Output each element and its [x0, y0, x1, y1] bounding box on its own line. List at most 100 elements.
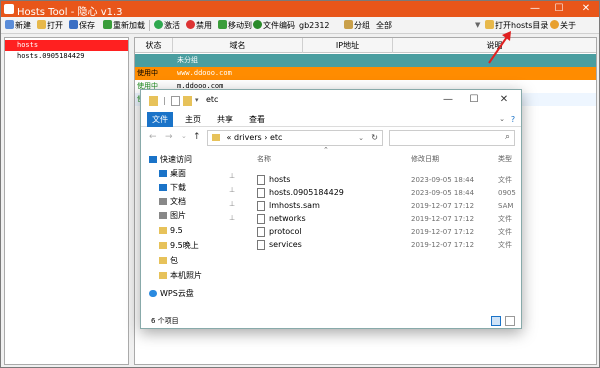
annotation-arrow-icon	[488, 31, 511, 64]
nav-folder-local-photos[interactable]: 本机照片	[159, 270, 202, 282]
breadcrumb-drivers[interactable]: drivers	[234, 133, 262, 142]
nav-downloads[interactable]: 下载	[159, 182, 186, 194]
address-row: ← → ⌄ ↑ « drivers › etc ⌄ ↻ ⌕	[141, 127, 521, 149]
file-row[interactable]: lmhosts.sam 2019-12-07 17:12 SAM	[253, 200, 521, 212]
reload-button[interactable]: 重新加载	[103, 19, 145, 32]
explorer-close-button[interactable]: ✕	[493, 92, 515, 108]
column-header-status[interactable]: 状态	[135, 38, 173, 53]
details-view-icon[interactable]	[491, 316, 501, 326]
column-header-ip[interactable]: IP地址	[303, 38, 393, 53]
about-button[interactable]: 关于	[550, 19, 576, 32]
folder-icon	[212, 134, 220, 141]
file-row[interactable]: services 2019-12-07 17:12 文件	[253, 239, 521, 251]
folder-icon	[159, 272, 167, 279]
encoding-select[interactable]: gb2312	[299, 19, 330, 32]
address-dropdown-icon[interactable]: ⌄	[358, 131, 364, 145]
file-encoding-button[interactable]: 文件编码	[253, 19, 295, 32]
table-row-group[interactable]: 未分组	[135, 54, 596, 67]
folder-icon	[149, 96, 158, 106]
column-header-type[interactable]: 类型	[498, 154, 512, 164]
help-icon[interactable]: ?	[508, 112, 518, 127]
status-cell: 使用中	[137, 69, 158, 77]
move-to-button[interactable]: 移动到	[218, 19, 252, 32]
breadcrumb-separator: ›	[264, 133, 268, 142]
save-icon	[69, 20, 78, 29]
folder-icon	[485, 20, 494, 29]
navigation-pane: 快速访问 桌面 下载 文档 图片 9.5 9.5晚上 包 本机照片 WPS云盘 …	[141, 150, 237, 314]
large-icons-view-icon[interactable]	[505, 316, 515, 326]
search-icon: ⌕	[504, 132, 510, 142]
app-icon	[4, 4, 14, 14]
file-row[interactable]: protocol 2019-12-07 17:12 文件	[253, 226, 521, 238]
file-icon	[257, 175, 265, 185]
nav-folder-9-5[interactable]: 9.5	[159, 225, 183, 237]
save-button[interactable]: 保存	[69, 19, 95, 32]
tab-view[interactable]: 查看	[245, 112, 269, 127]
cloud-icon	[149, 290, 157, 297]
tab-home[interactable]: 主页	[181, 112, 205, 127]
properties-icon[interactable]	[171, 96, 180, 106]
ip-cell	[295, 67, 385, 80]
tab-share[interactable]: 共享	[213, 112, 237, 127]
refresh-icon[interactable]: ↻	[371, 131, 378, 145]
recent-dropdown-icon[interactable]: ⌄	[181, 132, 187, 140]
tab-file[interactable]: 文件	[147, 112, 173, 127]
ribbon-expand-icon[interactable]: ⌄	[497, 112, 507, 127]
minimize-button[interactable]: —	[523, 1, 547, 17]
nav-folder-9-5-evening[interactable]: 9.5晚上	[159, 240, 199, 252]
forward-icon[interactable]: →	[165, 132, 173, 142]
file-list: 名称 ⌃ 修改日期 类型 hosts 2023-09-05 18:44 文件 hos…	[253, 146, 521, 314]
new-folder-icon[interactable]	[183, 96, 192, 106]
nav-folder-bao[interactable]: 包	[159, 255, 178, 267]
nav-quick-access[interactable]: 快速访问	[149, 154, 192, 166]
folder-icon	[159, 257, 167, 264]
item-count: 6 个项目	[151, 317, 179, 325]
dropdown-chevron-icon[interactable]: ▼	[475, 19, 480, 32]
table-row[interactable]: 使用中 www.ddooo.com	[135, 67, 596, 80]
move-icon	[218, 20, 227, 29]
nav-documents[interactable]: 文档	[159, 196, 186, 208]
up-icon[interactable]: ↑	[193, 132, 201, 142]
quick-access-dropdown-icon[interactable]: ▾	[195, 96, 204, 106]
group-icon	[344, 20, 353, 29]
new-icon	[5, 20, 14, 29]
maximize-button[interactable]: ☐	[547, 1, 571, 17]
explorer-minimize-button[interactable]: —	[437, 92, 459, 108]
nav-wps-cloud[interactable]: WPS云盘	[149, 288, 194, 300]
group-item-hosts-backup[interactable]: hosts.0905184429	[5, 51, 128, 62]
column-header-name[interactable]: 名称	[257, 154, 271, 164]
file-icon	[257, 201, 265, 211]
pin-icon: ⊥	[229, 200, 236, 208]
column-header-domain[interactable]: 域名	[173, 38, 303, 53]
file-icon	[257, 188, 265, 198]
search-input[interactable]: ⌕	[389, 130, 515, 146]
nav-desktop[interactable]: 桌面	[159, 168, 186, 180]
block-icon	[186, 20, 195, 29]
toolbar-divider	[149, 20, 150, 31]
pin-icon: ⊥	[229, 214, 236, 222]
file-row[interactable]: hosts 2023-09-05 18:44 文件	[253, 174, 521, 186]
back-icon[interactable]: ←	[149, 132, 157, 142]
file-row[interactable]: hosts.0905184429 2023-09-05 18:44 0905	[253, 187, 521, 199]
folder-icon	[159, 242, 167, 249]
breadcrumb-etc[interactable]: etc	[270, 133, 282, 142]
download-icon	[159, 184, 167, 191]
explorer-title-bar: | ▾ etc — ☐ ✕	[141, 90, 521, 112]
group-select[interactable]: 全部	[376, 19, 392, 32]
new-button[interactable]: 新建	[5, 19, 31, 32]
close-button[interactable]: ✕	[573, 1, 599, 17]
disable-button[interactable]: 禁用	[186, 19, 212, 32]
nav-pictures[interactable]: 图片	[159, 210, 186, 222]
sort-chevron-icon: ⌃	[323, 146, 329, 154]
column-header-modified[interactable]: 修改日期	[411, 154, 439, 164]
breadcrumb-overflow[interactable]: «	[227, 133, 232, 142]
explorer-maximize-button[interactable]: ☐	[463, 92, 485, 108]
open-button[interactable]: 打开	[37, 19, 63, 32]
address-bar[interactable]: « drivers › etc ⌄ ↻	[207, 130, 383, 146]
activate-button[interactable]: 激活	[154, 19, 180, 32]
group-item-hosts[interactable]: hosts	[5, 40, 128, 51]
desktop-icon	[159, 170, 167, 177]
file-icon	[257, 240, 265, 250]
star-icon	[149, 156, 157, 163]
file-row[interactable]: networks 2019-12-07 17:12 文件	[253, 213, 521, 225]
